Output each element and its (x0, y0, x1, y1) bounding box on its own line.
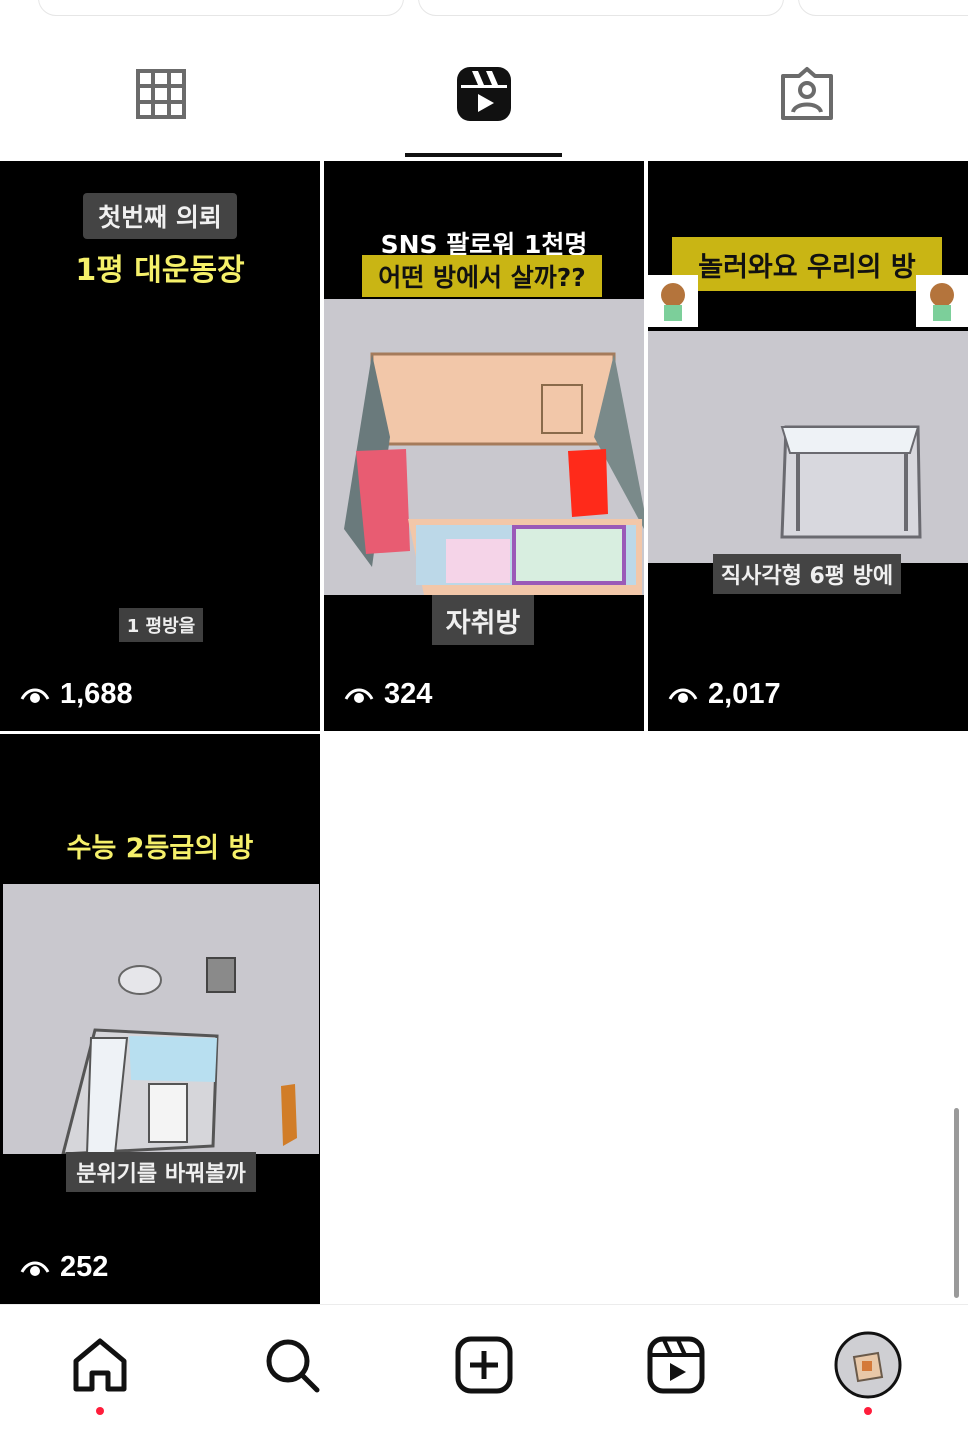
reel-4-bottom-caption: 분위기를 바꿔볼까 (66, 1152, 256, 1192)
reel-1-highlight-caption: 1평 대운동장 (75, 253, 245, 288)
tagged-person-icon (781, 67, 833, 120)
reel-3-bottom-caption: 직사각형 6평 방에 (713, 554, 901, 594)
raccoon-character-image-right (916, 275, 968, 327)
reel-3-highlight-caption: 놀러와요 우리의 방 (672, 237, 942, 291)
reel-tile-3[interactable]: 놀러와요 우리의 방 직사각형 6평 방에 2,017 (648, 161, 968, 731)
eye-icon (344, 688, 374, 703)
reel-2-bottom-caption: 자취방 (432, 595, 534, 645)
top-button-partial-3[interactable] (798, 0, 968, 16)
reel-2-view-count: 324 (344, 678, 432, 711)
eye-icon (668, 688, 698, 703)
scrollbar[interactable] (954, 1108, 959, 1298)
plus-square-icon (455, 1336, 513, 1394)
room-3d-image (344, 352, 644, 595)
reel-1-top-caption: 첫번째 의뢰 (83, 193, 237, 239)
reel-2-views: 324 (384, 678, 433, 710)
tab-tagged[interactable] (646, 40, 968, 158)
raccoon-character-image-left (648, 275, 698, 327)
room-3d-image (780, 425, 922, 539)
reel-4-room-illustration (3, 884, 319, 1156)
reel-3-views: 2,017 (708, 678, 781, 710)
home-icon (73, 1338, 127, 1392)
eye-icon (20, 1261, 50, 1276)
reel-1-views: 1,688 (60, 678, 133, 710)
reel-3-view-count: 2,017 (668, 678, 781, 711)
reel-2-highlight-caption: 어떤 방에서 살까?? (362, 255, 602, 297)
reel-4-highlight-caption: 수능 2등급의 방 (66, 833, 254, 864)
nav-create[interactable] (452, 1333, 516, 1397)
grid-icon (136, 69, 186, 119)
room-3d-image (61, 957, 297, 1156)
tab-posts-grid[interactable] (0, 40, 322, 158)
reel-tile-2[interactable]: SNS 팔로워 1천명 어떤 방에서 살까?? 자취방 324 (324, 161, 644, 731)
search-icon (266, 1339, 320, 1393)
nav-search[interactable] (260, 1333, 324, 1397)
top-button-partial-2[interactable] (418, 0, 784, 16)
reel-1-bottom-caption: 1 평방을 (119, 608, 203, 642)
reel-tile-4[interactable]: 수능 2등급의 방 분위기를 바꿔볼까 252 (0, 734, 320, 1304)
nav-home[interactable] (68, 1333, 132, 1397)
profile-tab-bar (0, 40, 968, 160)
nav-profile[interactable] (834, 1331, 902, 1399)
reels-icon (457, 67, 511, 121)
active-tab-indicator (405, 153, 562, 157)
home-notification-dot (96, 1407, 104, 1415)
tab-reels[interactable] (323, 40, 645, 158)
eye-icon (20, 688, 50, 703)
reel-3-room-illustration (648, 331, 968, 563)
nav-reels[interactable] (644, 1333, 708, 1397)
bottom-nav (0, 1304, 968, 1441)
reel-4-views: 252 (60, 1251, 109, 1283)
reel-tile-1[interactable]: 첫번째 의뢰 1평 대운동장 1 평방을 1,688 (0, 161, 320, 731)
profile-avatar (834, 1331, 902, 1399)
reel-2-room-illustration (324, 299, 644, 595)
reel-4-view-count: 252 (20, 1251, 108, 1284)
reel-1-view-count: 1,688 (20, 678, 133, 711)
top-button-partial-1[interactable] (38, 0, 404, 16)
reels-icon (647, 1336, 705, 1394)
profile-notification-dot (864, 1407, 872, 1415)
